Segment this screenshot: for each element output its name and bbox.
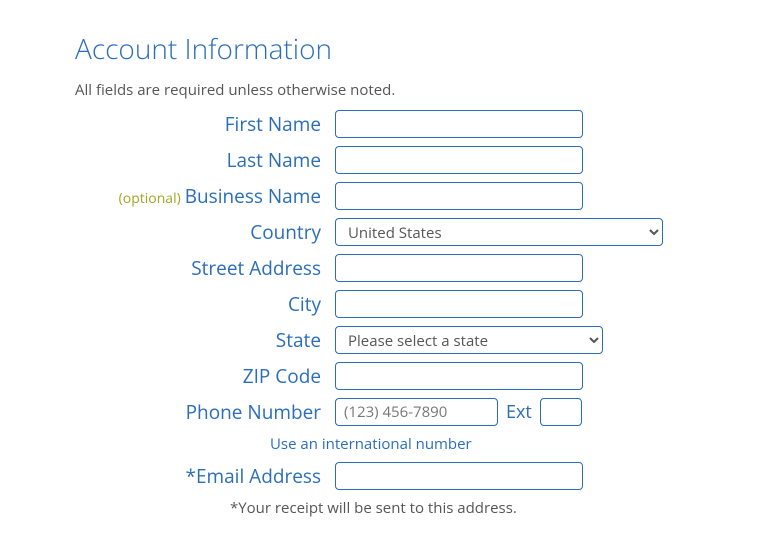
city-label: City (288, 291, 321, 317)
last-name-label: Last Name (227, 147, 321, 173)
country-select[interactable]: United States (335, 218, 663, 246)
first-name-input[interactable] (335, 110, 583, 138)
first-name-row: First Name (75, 110, 755, 138)
business-name-input[interactable] (335, 182, 583, 210)
state-select[interactable]: Please select a state (335, 326, 603, 354)
street-address-label: Street Address (191, 255, 321, 281)
zip-input[interactable] (335, 362, 583, 390)
last-name-input[interactable] (335, 146, 583, 174)
last-name-row: Last Name (75, 146, 755, 174)
state-label: State (276, 327, 321, 353)
email-asterisk: * (185, 463, 195, 489)
zip-label: ZIP Code (243, 363, 321, 389)
receipt-note: *Your receipt will be sent to this addre… (230, 498, 755, 518)
email-row: *Email Address (75, 462, 755, 490)
state-row: State Please select a state (75, 326, 755, 354)
city-input[interactable] (335, 290, 583, 318)
email-label: Email Address (196, 463, 321, 489)
city-row: City (75, 290, 755, 318)
ext-label: Ext (506, 400, 532, 424)
street-address-input[interactable] (335, 254, 583, 282)
business-name-label: Business Name (185, 183, 321, 209)
page-title: Account Information (75, 30, 755, 68)
phone-label: Phone Number (186, 399, 321, 425)
first-name-label: First Name (225, 111, 321, 137)
business-name-row: (optional)Business Name (75, 182, 755, 210)
phone-row: Phone Number Ext (75, 398, 755, 426)
country-row: Country United States (75, 218, 755, 246)
zip-row: ZIP Code (75, 362, 755, 390)
country-label: Country (250, 219, 321, 245)
optional-tag: (optional) (119, 189, 181, 208)
intl-number-link[interactable]: Use an international number (270, 434, 472, 454)
required-note: All fields are required unless otherwise… (75, 80, 755, 100)
ext-input[interactable] (540, 398, 582, 426)
email-input[interactable] (335, 462, 583, 490)
phone-input[interactable] (335, 398, 498, 426)
street-address-row: Street Address (75, 254, 755, 282)
